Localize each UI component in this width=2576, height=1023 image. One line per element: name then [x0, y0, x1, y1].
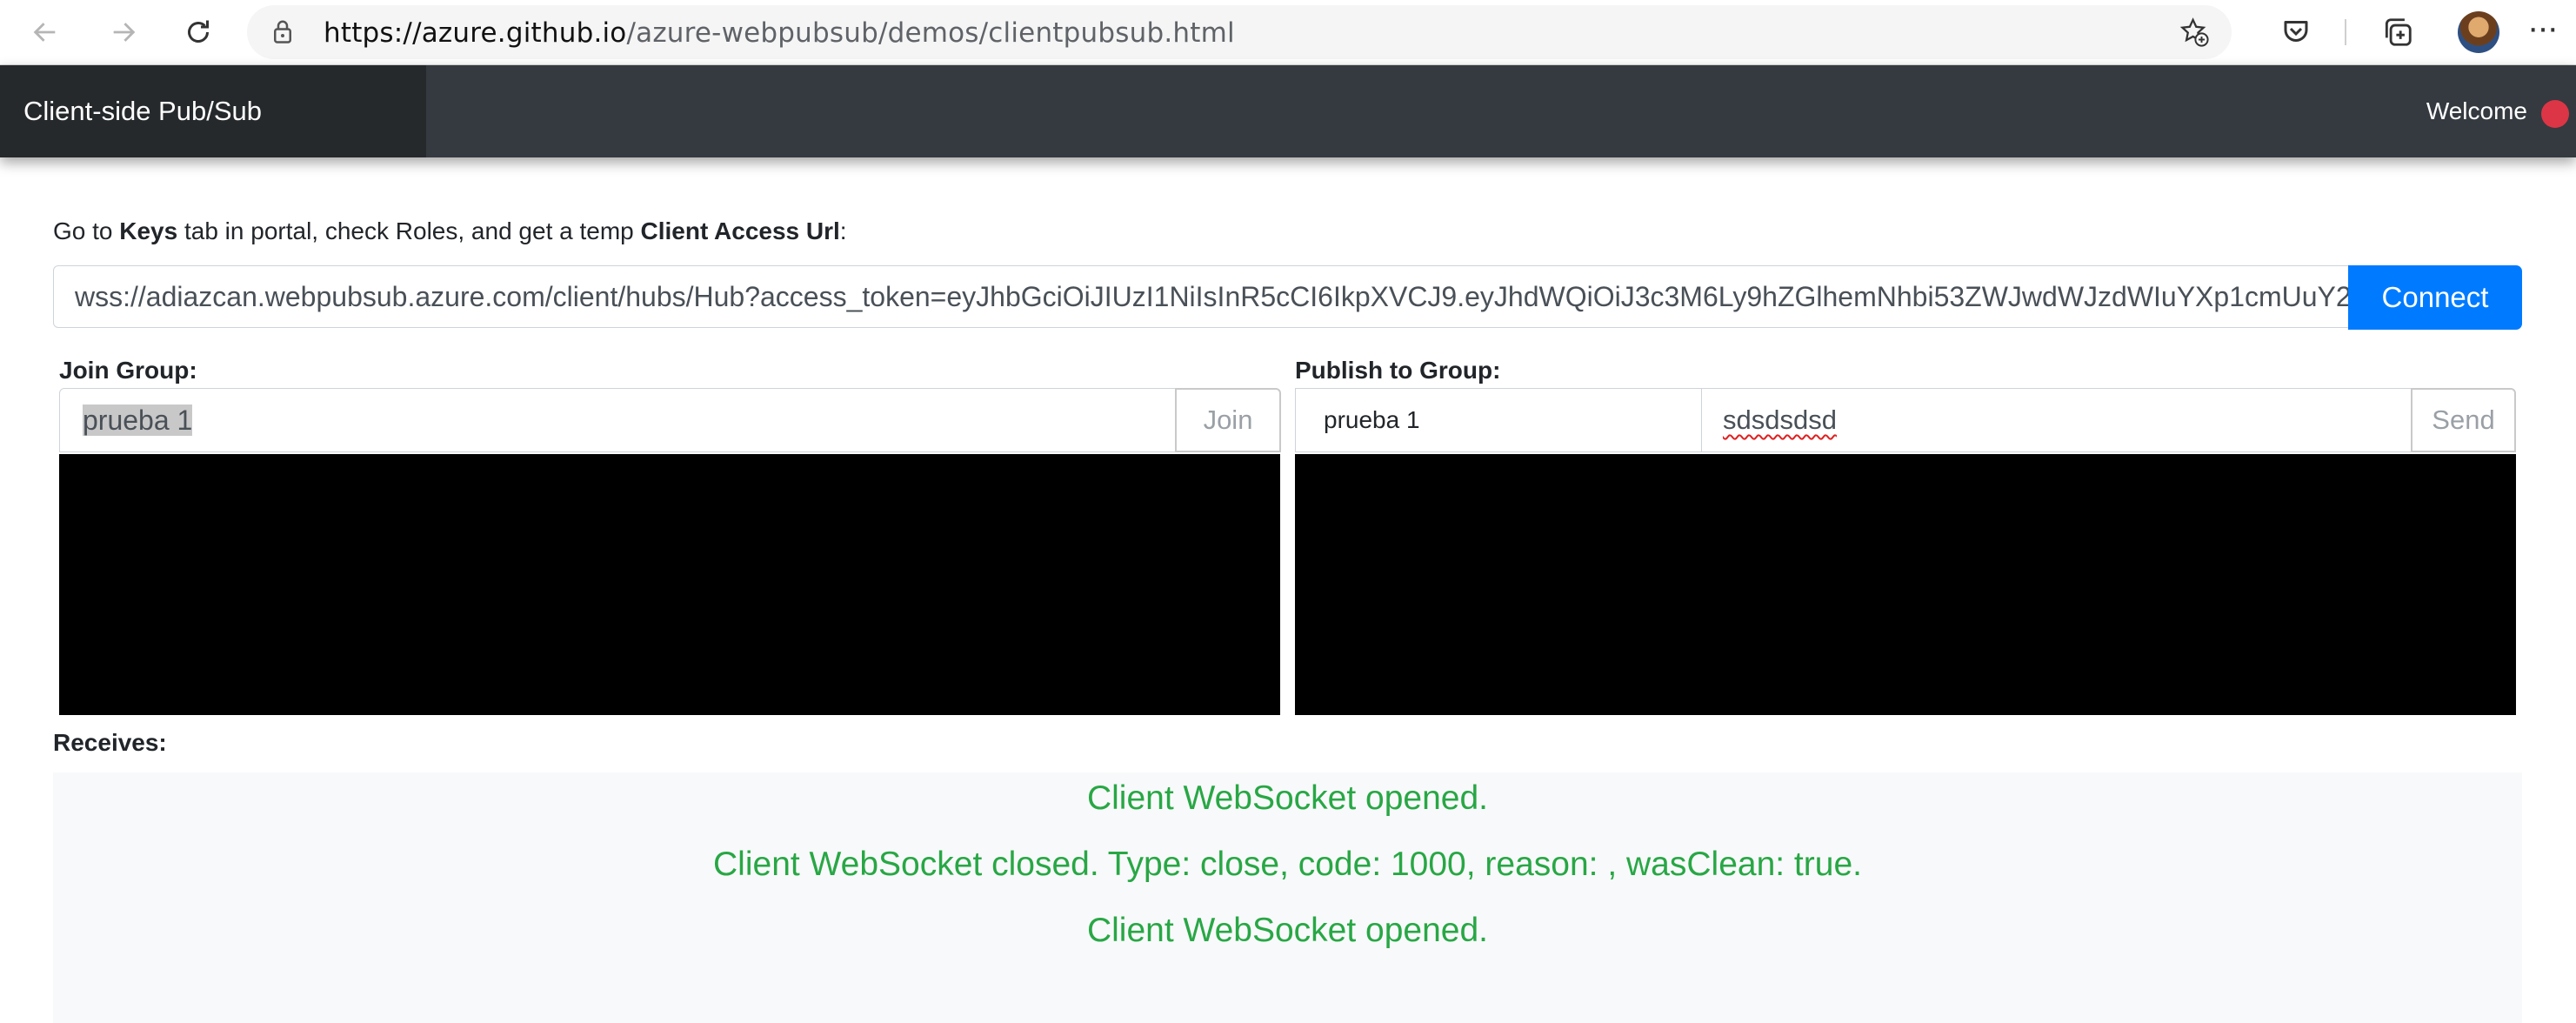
- receives-label: Receives:: [53, 729, 167, 756]
- client-access-url-input[interactable]: wss://adiazcan.webpubsub.azure.com/clien…: [53, 265, 2349, 328]
- join-group-input[interactable]: prueba 1: [59, 388, 1176, 452]
- receives-panel: Client WebSocket opened. Client WebSocke…: [53, 772, 2522, 1023]
- lock-icon[interactable]: [271, 18, 294, 49]
- welcome-text: Welcome: [2426, 97, 2527, 124]
- browser-toolbar: https://azure.github.io/azure-webpubsub/…: [0, 0, 2576, 65]
- publish-group-label: Publish to Group:: [1295, 357, 1501, 384]
- connection-status-dot: [2541, 100, 2569, 128]
- publish-message-value: sdsdsdsd: [1723, 405, 1837, 435]
- join-log-panel: [59, 454, 1280, 715]
- send-button[interactable]: Send: [2411, 388, 2516, 452]
- join-group-label: Join Group:: [59, 357, 197, 384]
- join-group-value: prueba 1: [83, 405, 193, 436]
- profile-avatar[interactable]: [2458, 11, 2499, 53]
- toolbar-divider: [2345, 19, 2346, 45]
- brand-title[interactable]: Client-side Pub/Sub: [0, 65, 426, 157]
- connect-button[interactable]: Connect: [2348, 265, 2522, 330]
- receive-message: Client WebSocket opened.: [1086, 912, 1489, 949]
- connect-hint: Go to Keys tab in portal, check Roles, a…: [53, 217, 847, 244]
- publish-message-input[interactable]: sdsdsdsd: [1701, 388, 2412, 452]
- publish-group-input[interactable]: prueba 1: [1295, 388, 1702, 452]
- pocket-icon[interactable]: [2280, 16, 2312, 51]
- address-bar[interactable]: https://azure.github.io/azure-webpubsub/…: [247, 5, 2232, 59]
- publish-log-panel: [1295, 454, 2516, 715]
- join-button[interactable]: Join: [1175, 388, 1281, 452]
- more-icon[interactable]: ···: [2527, 9, 2559, 48]
- back-arrow-icon[interactable]: [24, 11, 66, 53]
- url-text: https://azure.github.io/azure-webpubsub/…: [324, 17, 1235, 49]
- receive-message: Client WebSocket closed. Type: close, co…: [713, 846, 1862, 883]
- app-navbar: Client-side Pub/Sub Welcome: [0, 65, 2576, 157]
- receive-message: Client WebSocket opened.: [1086, 779, 1489, 817]
- forward-arrow-icon[interactable]: [103, 11, 144, 53]
- add-favorite-icon[interactable]: [2179, 17, 2209, 51]
- reload-icon[interactable]: [177, 11, 219, 53]
- collections-icon[interactable]: [2381, 16, 2414, 53]
